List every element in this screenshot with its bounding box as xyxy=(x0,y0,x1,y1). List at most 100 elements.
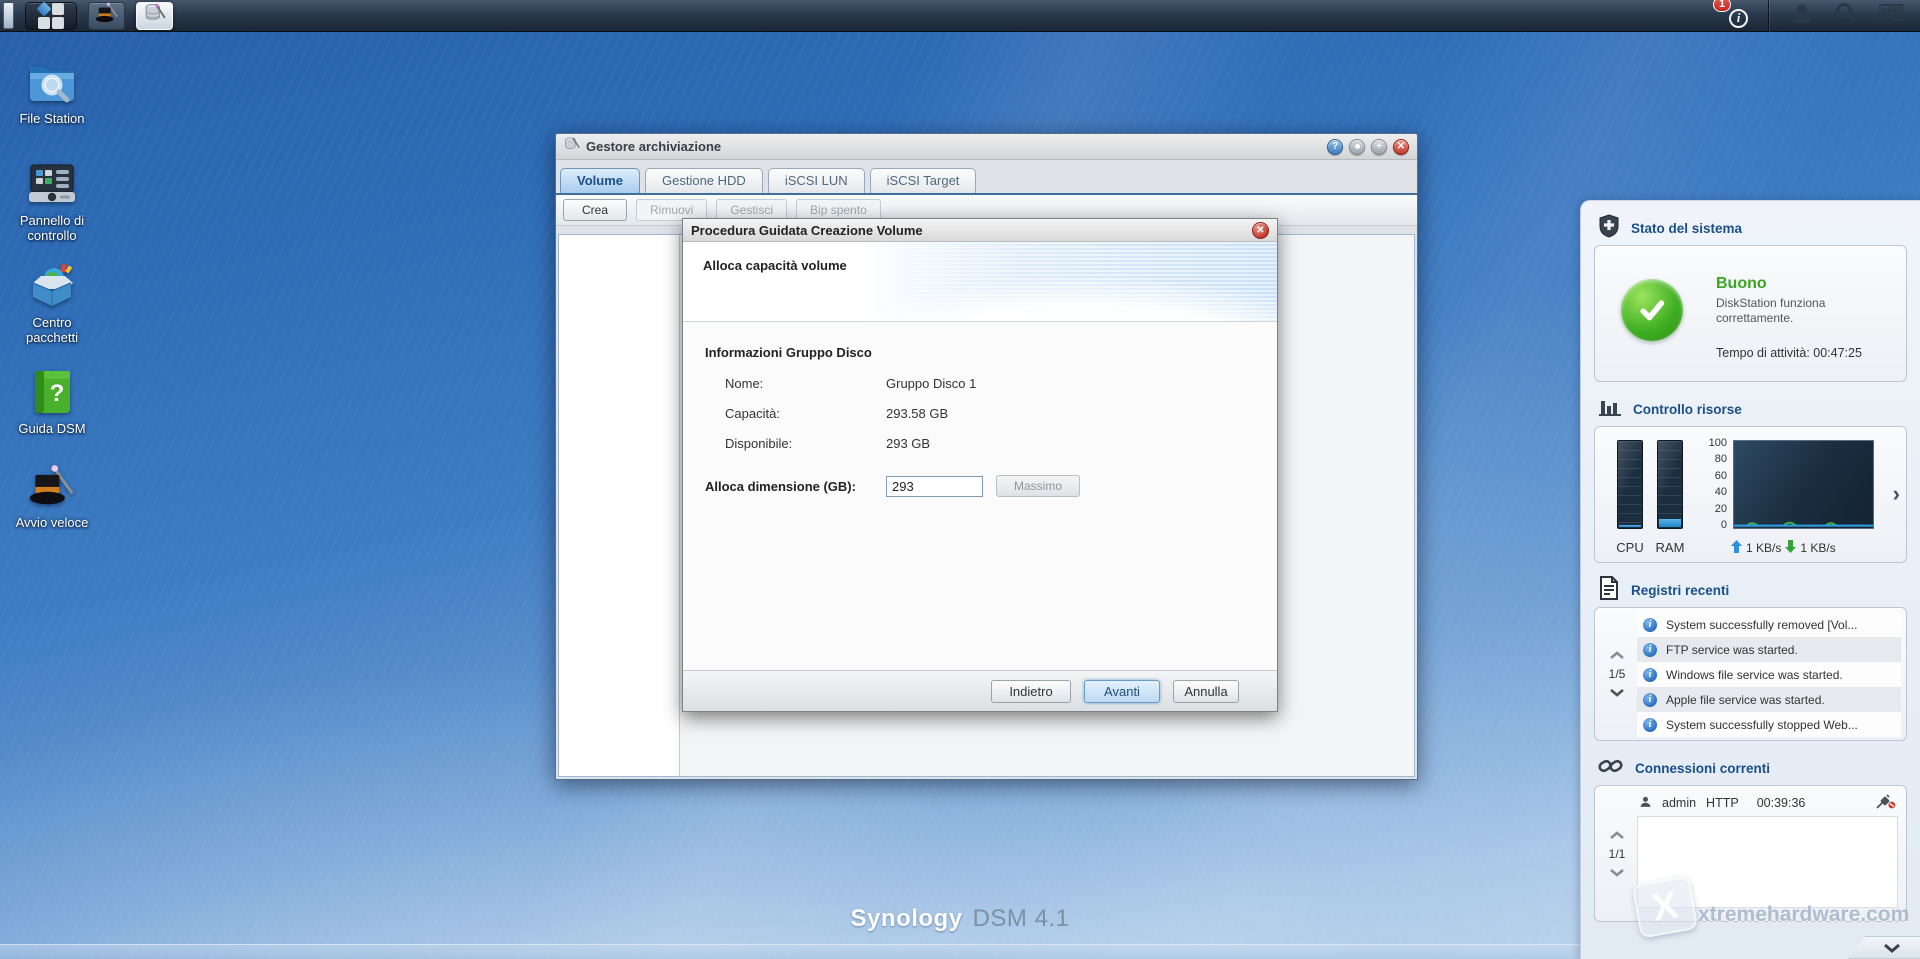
connections-page-indicator: 1/1 xyxy=(1609,847,1626,861)
system-status-header: Stato del sistema xyxy=(1581,215,1920,241)
file-station-icon xyxy=(25,58,79,106)
tab-iscsi-target[interactable]: iSCSI Target xyxy=(870,168,977,193)
sidebar-collapse-tab[interactable] xyxy=(1848,936,1920,959)
cancel-button[interactable]: Annulla xyxy=(1173,680,1239,703)
chevron-right-icon[interactable]: › xyxy=(1893,481,1900,507)
dsm-version-text: DSM 4.1 xyxy=(973,905,1070,932)
dialog-banner: Alloca capacità volume xyxy=(683,242,1277,322)
network-speeds: 1 KB/s 1 KB/s xyxy=(1731,540,1836,556)
create-button[interactable]: Crea xyxy=(563,199,627,221)
field-row-capacity: Capacità: 293.58 GB xyxy=(725,406,1277,421)
widget-title: Connessioni correnti xyxy=(1635,761,1770,776)
window-title: Gestore archiviazione xyxy=(586,139,721,154)
tab-gestione-hdd[interactable]: Gestione HDD xyxy=(645,168,763,193)
connection-row[interactable]: admin HTTP 00:39:36 xyxy=(1637,792,1898,814)
desktop-icon-file-station[interactable]: File Station xyxy=(6,58,98,126)
tab-iscsi-lun[interactable]: iSCSI LUN xyxy=(768,168,865,193)
field-row-available: Disponibile: 293 GB xyxy=(725,436,1277,451)
taskbar: i 1 xyxy=(0,0,1920,32)
user-menu-button[interactable] xyxy=(1790,1,1814,30)
taskbar-left xyxy=(0,2,173,30)
download-speed: 1 KB/s xyxy=(1800,541,1835,555)
logs-pager: 1/5 xyxy=(1599,608,1635,740)
window-help-button[interactable]: ? xyxy=(1327,139,1343,155)
field-label: Disponibile: xyxy=(725,436,886,451)
current-connections-header: Connessioni correnti xyxy=(1581,755,1920,781)
recent-logs-header: Registri recenti xyxy=(1581,577,1920,603)
pager-up-icon[interactable] xyxy=(1609,651,1625,660)
desktop-icon-control-panel[interactable]: Pannello di controllo xyxy=(6,160,98,244)
volume-list-panel[interactable] xyxy=(559,235,680,776)
status-text: Buono xyxy=(1716,275,1767,293)
notifications-button[interactable]: i 1 xyxy=(1722,4,1748,28)
user-icon xyxy=(1790,1,1814,30)
magic-hat-icon xyxy=(25,462,79,510)
disconnect-icon[interactable] xyxy=(1876,794,1896,812)
connections-pager: 1/1 xyxy=(1599,786,1635,921)
field-label: Capacità: xyxy=(725,406,886,421)
desktop-icon-quick-start[interactable]: Avvio veloce xyxy=(6,462,98,530)
next-button[interactable]: Avanti xyxy=(1084,680,1160,703)
log-entry[interactable]: iSystem successfully stopped Web... xyxy=(1637,712,1901,737)
window-controls: ? + ✕ xyxy=(1327,139,1409,155)
allocate-size-input[interactable] xyxy=(886,476,983,497)
resource-monitor-panel: CPU RAM 100 80 60 40 20 0 › 1 KB/s xyxy=(1594,426,1907,563)
desktop-icon-package-center[interactable]: Centro pacchetti xyxy=(6,262,98,346)
info-icon: i xyxy=(1643,718,1657,732)
window-minimize-button[interactable] xyxy=(1349,139,1365,155)
pager-down-icon[interactable] xyxy=(1609,688,1625,697)
search-button[interactable] xyxy=(1834,1,1858,30)
connection-user: admin xyxy=(1662,796,1696,810)
connections-panel: 1/1 admin HTTP 00:39:36 xyxy=(1594,785,1907,922)
log-entry[interactable]: iWindows file service was started. xyxy=(1637,662,1901,687)
allocate-size-row: Alloca dimensione (GB): Massimo xyxy=(705,475,1277,497)
resource-monitor-header: Controllo risorse xyxy=(1581,396,1920,422)
magic-hat-icon xyxy=(95,1,119,30)
info-icon: i xyxy=(1643,618,1657,632)
disk-group-section-title: Informazioni Gruppo Disco xyxy=(705,345,1277,360)
document-icon xyxy=(1598,576,1620,605)
network-graph xyxy=(1733,440,1874,529)
back-button[interactable]: Indietro xyxy=(991,680,1071,703)
uptime-text: Tempo di attività: 00:47:25 xyxy=(1716,346,1862,360)
maximum-button[interactable]: Massimo xyxy=(996,475,1080,497)
tab-volume[interactable]: Volume xyxy=(560,168,640,193)
info-icon: i xyxy=(1643,668,1657,682)
shield-icon xyxy=(1598,214,1620,243)
logs-page-indicator: 1/5 xyxy=(1609,667,1626,681)
widget-title: Controllo risorse xyxy=(1633,402,1742,417)
show-desktop-button[interactable] xyxy=(3,2,14,29)
log-entry[interactable]: iSystem successfully removed [Vol... xyxy=(1637,612,1901,637)
taskbar-quick-start-button[interactable] xyxy=(88,2,125,30)
storage-manager-icon xyxy=(144,2,166,29)
status-ok-icon xyxy=(1621,279,1683,341)
pilot-view-button[interactable] xyxy=(1878,2,1904,29)
log-entry[interactable]: iApple file service was started. xyxy=(1637,687,1901,712)
cpu-gauge xyxy=(1617,440,1643,529)
status-description: DiskStation funziona correttamente. xyxy=(1716,296,1866,326)
pager-down-icon[interactable] xyxy=(1609,868,1625,877)
main-menu-button[interactable] xyxy=(25,2,77,30)
chevron-down-icon xyxy=(1883,943,1901,953)
window-maximize-button[interactable]: + xyxy=(1371,139,1387,155)
window-titlebar[interactable]: Gestore archiviazione ? + ✕ xyxy=(556,134,1417,160)
dialog-close-button[interactable]: ✕ xyxy=(1252,222,1269,239)
network-graph-axis: 100 80 60 40 20 0 xyxy=(1699,437,1727,531)
desktop-icon-label: Avvio veloce xyxy=(6,515,98,530)
connections-empty-area xyxy=(1637,816,1898,908)
info-icon: i xyxy=(1643,693,1657,707)
ram-gauge-fill xyxy=(1659,519,1681,527)
notification-badge: 1 xyxy=(1713,0,1731,12)
chain-link-icon xyxy=(1598,754,1624,783)
dialog-titlebar[interactable]: Procedura Guidata Creazione Volume ✕ xyxy=(683,219,1277,242)
pager-up-icon[interactable] xyxy=(1609,831,1625,840)
widget-title: Registri recenti xyxy=(1631,583,1729,598)
window-close-button[interactable]: ✕ xyxy=(1393,139,1409,155)
log-entry[interactable]: iFTP service was started. xyxy=(1637,637,1901,662)
desktop-icon-dsm-help[interactable]: ? Guida DSM xyxy=(6,368,98,436)
menu-square-icon xyxy=(38,17,50,29)
taskbar-storage-manager-button[interactable] xyxy=(136,2,173,30)
upload-speed: 1 KB/s xyxy=(1746,541,1781,555)
field-label: Nome: xyxy=(725,376,886,391)
widget-title: Stato del sistema xyxy=(1631,221,1742,236)
